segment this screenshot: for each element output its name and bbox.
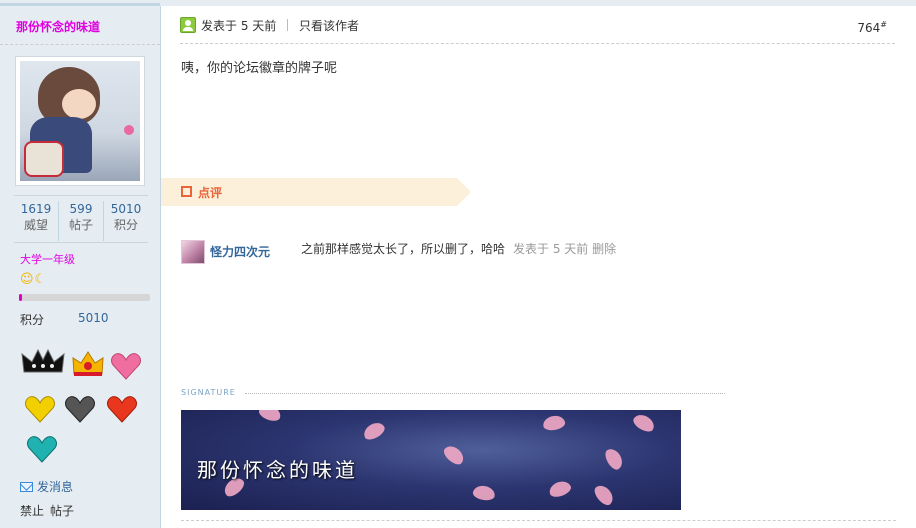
post-content: 咦，你的论坛徽章的牌子呢	[181, 61, 338, 76]
divider	[245, 393, 725, 394]
stat-value[interactable]: 5010	[104, 201, 148, 217]
pink-heart-icon[interactable]	[110, 351, 142, 381]
silver-heart-icon[interactable]	[64, 394, 96, 424]
stat-label: 积分	[113, 218, 138, 232]
commenter-avatar[interactable]	[181, 240, 205, 264]
divider	[14, 242, 148, 243]
comment-header-label: 点评	[198, 186, 223, 200]
send-message-label: 发消息	[37, 480, 74, 494]
stat-label: 威望	[23, 218, 48, 232]
divider	[181, 520, 896, 521]
floor-number[interactable]: 764#	[857, 20, 887, 35]
black-crown-icon[interactable]	[20, 346, 66, 376]
stat-value[interactable]: 1619	[14, 201, 58, 217]
signature-text: 那份怀念的味道	[197, 458, 358, 482]
moderation-links: 禁止 帖子	[20, 502, 80, 519]
points-value: 5010	[78, 311, 109, 325]
post-header: 发表于 5 天前 只看该作者 764#	[180, 14, 895, 44]
red-heart-icon[interactable]	[106, 394, 138, 424]
grade-progress-bar	[19, 294, 150, 301]
user-online-icon	[180, 17, 196, 33]
comment-meta[interactable]: 发表于 5 天前 删除	[513, 240, 616, 257]
post-time: 发表于 5 天前	[201, 19, 277, 33]
only-author-link[interactable]: 只看该作者	[299, 17, 359, 34]
signature-label: SIGNATURE	[181, 388, 236, 397]
commenter-username[interactable]: 怪力四次元	[210, 243, 270, 260]
user-grade[interactable]: 大学一年级	[20, 251, 75, 267]
stat-points[interactable]: 5010 积分	[104, 201, 148, 241]
divider	[14, 195, 148, 196]
ban-user-link[interactable]: 禁止	[20, 504, 44, 518]
send-message-link[interactable]: 发消息	[20, 478, 73, 495]
comment-icon	[181, 186, 192, 197]
separator	[287, 19, 288, 31]
comment-section-header: 点评	[161, 178, 471, 206]
stat-prestige[interactable]: 1619 威望	[14, 201, 59, 241]
points-label: 积分	[20, 313, 45, 327]
author-stats: 1619 威望 599 帖子 5010 积分	[14, 201, 148, 241]
divider	[0, 44, 160, 45]
ban-posts-link[interactable]: 帖子	[50, 504, 74, 518]
gold-heart-icon[interactable]	[24, 394, 56, 424]
stat-posts[interactable]: 599 帖子	[59, 201, 104, 241]
comment-text: 之前那样感觉太长了，所以删了，哈哈	[301, 242, 506, 256]
mail-icon	[20, 482, 33, 492]
points-row: 积分 5010	[20, 311, 150, 328]
stat-value[interactable]: 599	[59, 201, 103, 217]
grade-icons: ☺☾	[20, 272, 48, 287]
author-username[interactable]: 那份怀念的味道	[16, 18, 100, 35]
author-sidebar: 那份怀念的味道 1619 威望 599 帖子 5010 积分 大学一年级 ☺☾ …	[0, 6, 161, 528]
author-avatar[interactable]	[15, 56, 145, 186]
gold-crown-icon[interactable]	[70, 348, 106, 378]
teal-heart-icon[interactable]	[26, 434, 58, 464]
signature-image: 那份怀念的味道	[181, 410, 681, 510]
stat-label: 帖子	[68, 218, 93, 232]
